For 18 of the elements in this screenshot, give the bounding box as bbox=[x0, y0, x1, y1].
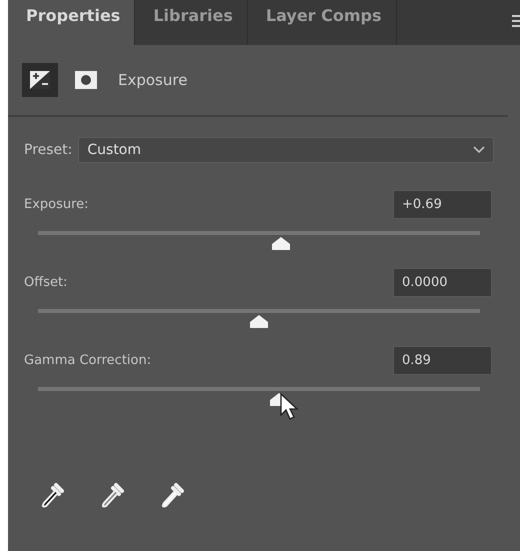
tab[interactable]: Libraries bbox=[135, 0, 248, 45]
slider-thumb[interactable] bbox=[272, 237, 290, 250]
mask-icon bbox=[74, 68, 98, 92]
plus-minus-icon bbox=[28, 68, 52, 92]
chevron-down-icon bbox=[473, 146, 485, 154]
preset-label: Preset: bbox=[24, 142, 72, 158]
value-field[interactable]: 0.89 bbox=[393, 346, 492, 374]
slider-label: Exposure: bbox=[24, 196, 89, 212]
panel-title: Exposure bbox=[118, 71, 188, 89]
slider-thumb[interactable] bbox=[250, 315, 268, 328]
slider-label: Offset: bbox=[24, 274, 68, 290]
tab[interactable]: Properties bbox=[8, 0, 136, 45]
adjustment-button[interactable] bbox=[22, 63, 58, 97]
value-field[interactable]: +0.69 bbox=[393, 190, 492, 218]
preset-dropdown[interactable]: Custom bbox=[78, 137, 494, 163]
tab[interactable]: Layer Comps bbox=[248, 0, 397, 45]
value-field[interactable]: 0.0000 bbox=[393, 268, 492, 296]
slider-label: Gamma Correction: bbox=[24, 352, 152, 368]
